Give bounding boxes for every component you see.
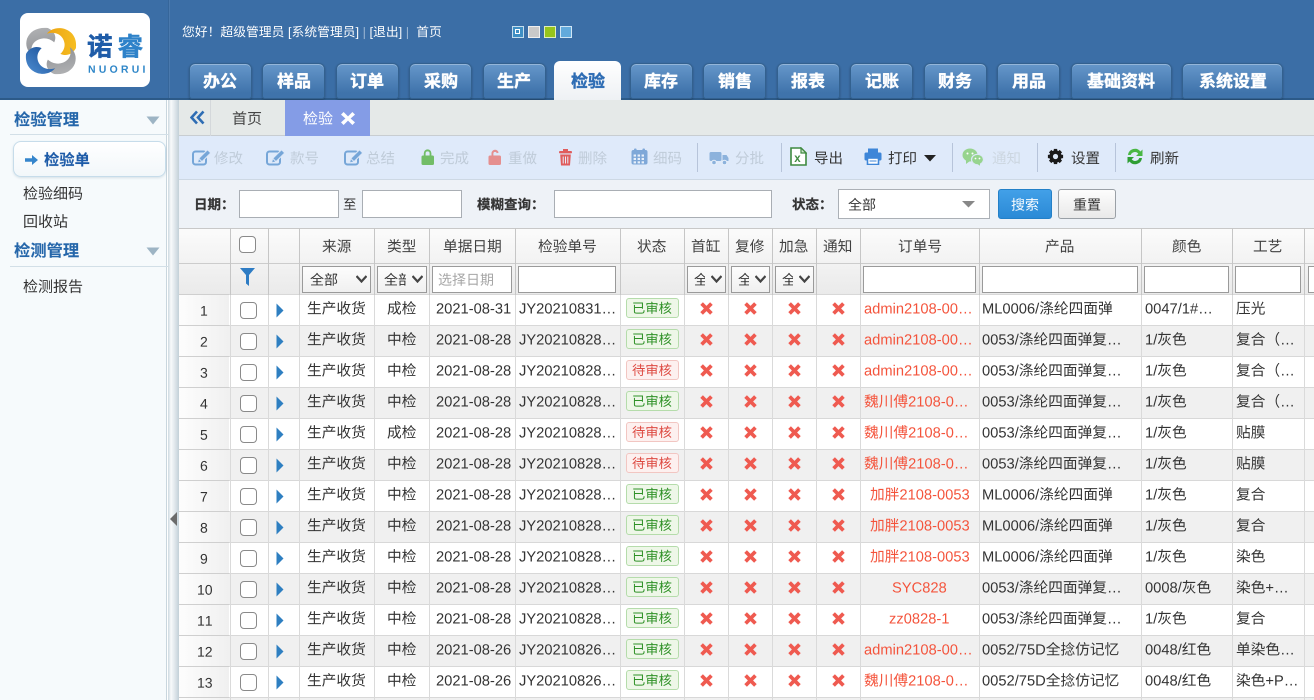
svg-text:x: x [794, 153, 801, 165]
